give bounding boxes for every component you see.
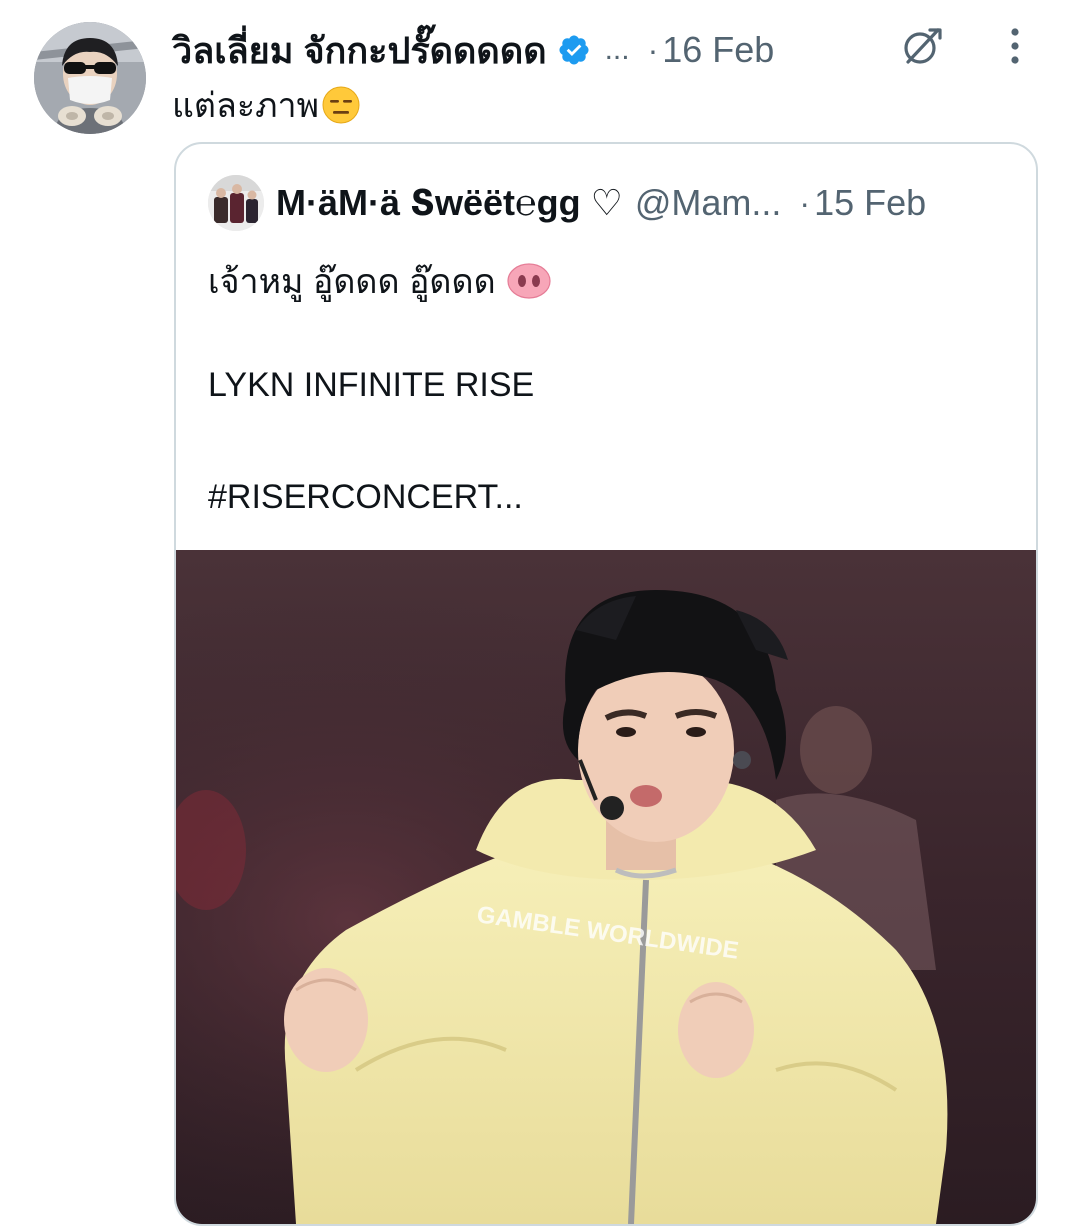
expressionless-face-icon	[322, 86, 360, 124]
tweet-body: แต่ละภาพ	[172, 78, 361, 132]
quoted-text-line-3: #RISERCONCERT...	[208, 478, 523, 516]
pig-nose-icon	[507, 263, 551, 299]
quoted-author-handle[interactable]: @Mam...	[635, 182, 782, 224]
tweet-timestamp[interactable]: 16 Feb	[662, 29, 774, 71]
author-handle[interactable]: ...	[605, 33, 630, 67]
author-avatar[interactable]	[34, 22, 146, 134]
quoted-tweet-header: M·äM·ä Տwëët℮gg ♡ @Mam... · 15 Feb	[208, 174, 1008, 232]
quoted-text-1: เจ้าหมู อู๊ดดด อู๊ดดด	[208, 263, 496, 301]
quoted-text-line-1: เจ้าหมู อู๊ดดด อู๊ดดด	[208, 254, 552, 308]
verified-badge-icon[interactable]	[557, 33, 591, 67]
quoted-author-name[interactable]: M·äM·ä Տwëët℮gg ♡	[276, 182, 623, 224]
separator-dot: ·	[647, 31, 659, 68]
tweet-text: แต่ละภาพ	[172, 87, 320, 125]
tweet[interactable]: วิลเลี่ยม จักกะปรั๊ดดดดด ... · 16 Feb แต…	[0, 0, 1070, 1226]
quoted-tweet-card[interactable]: M·äM·ä Տwëët℮gg ♡ @Mam... · 15 Feb เจ้าห…	[174, 142, 1038, 1226]
author-display-name[interactable]: วิลเลี่ยม จักกะปรั๊ดดดดด	[172, 22, 547, 79]
quoted-separator-dot: ·	[799, 184, 811, 221]
more-options-icon[interactable]	[1002, 26, 1028, 66]
quoted-text-line-2: LYKN INFINITE RISE	[208, 366, 535, 404]
quoted-author-avatar[interactable]	[208, 175, 264, 231]
grok-icon[interactable]	[900, 24, 944, 68]
quoted-tweet-photo[interactable]: GAMBLE WORLDWIDE	[176, 550, 1036, 1224]
quoted-timestamp[interactable]: 15 Feb	[814, 182, 926, 224]
